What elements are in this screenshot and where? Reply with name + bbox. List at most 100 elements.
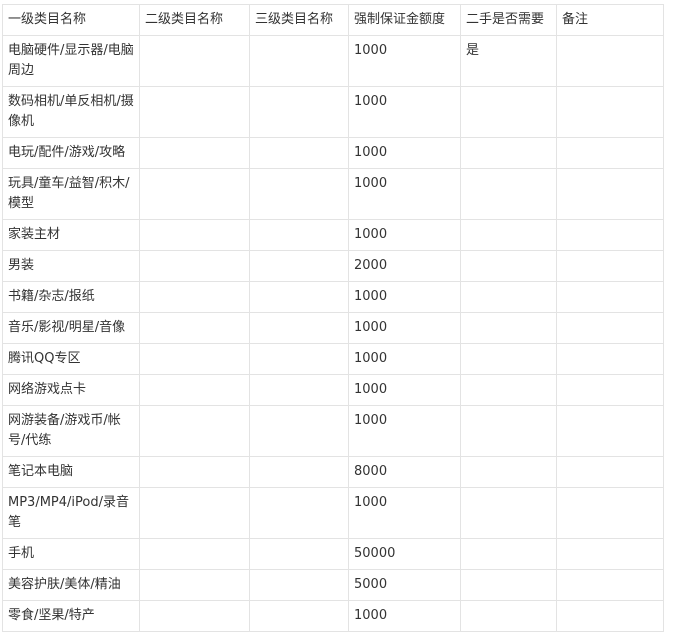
cell-deposit-amount: 1000 <box>348 35 461 87</box>
table-row: 美容护肤/美体/精油 5000 <box>2 569 664 601</box>
cell-level2-category <box>139 600 250 632</box>
cell-level3-category <box>249 86 349 138</box>
cell-second-hand-required <box>460 137 557 169</box>
deposit-table-container: 一级类目名称 二级类目名称 三级类目名称 强制保证金额度 二手是否需要 备注 电… <box>2 4 664 632</box>
table-row: 家装主材 1000 <box>2 219 664 251</box>
cell-remarks <box>556 35 664 87</box>
cell-level2-category <box>139 312 250 344</box>
cell-second-hand-required <box>460 343 557 375</box>
cell-second-hand-required <box>460 487 557 539</box>
table-row: MP3/MP4/iPod/录音笔 1000 <box>2 487 664 539</box>
cell-level3-category <box>249 569 349 601</box>
cell-level3-category <box>249 168 349 220</box>
cell-level2-category <box>139 538 250 570</box>
header-remarks: 备注 <box>556 4 664 36</box>
cell-remarks <box>556 137 664 169</box>
cell-level2-category <box>139 569 250 601</box>
cell-remarks <box>556 487 664 539</box>
cell-level2-category <box>139 374 250 406</box>
cell-level2-category <box>139 250 250 282</box>
cell-level3-category <box>249 456 349 488</box>
cell-level1-category: 家装主材 <box>2 219 140 251</box>
cell-remarks <box>556 343 664 375</box>
cell-level2-category <box>139 456 250 488</box>
cell-second-hand-required <box>460 86 557 138</box>
table-row: 男装 2000 <box>2 250 664 282</box>
cell-deposit-amount: 8000 <box>348 456 461 488</box>
cell-level3-category <box>249 312 349 344</box>
cell-remarks <box>556 374 664 406</box>
cell-remarks <box>556 538 664 570</box>
cell-level2-category <box>139 343 250 375</box>
cell-remarks <box>556 86 664 138</box>
table-header-row: 一级类目名称 二级类目名称 三级类目名称 强制保证金额度 二手是否需要 备注 <box>2 4 664 36</box>
cell-remarks <box>556 281 664 313</box>
cell-remarks <box>556 312 664 344</box>
cell-level3-category <box>249 405 349 457</box>
cell-level1-category: 腾讯QQ专区 <box>2 343 140 375</box>
cell-level2-category <box>139 86 250 138</box>
cell-deposit-amount: 5000 <box>348 569 461 601</box>
table-row: 书籍/杂志/报纸 1000 <box>2 281 664 313</box>
cell-level1-category: 电脑硬件/显示器/电脑周边 <box>2 35 140 87</box>
cell-level3-category <box>249 343 349 375</box>
cell-second-hand-required <box>460 281 557 313</box>
table-row: 数码相机/单反相机/摄像机 1000 <box>2 86 664 138</box>
cell-level3-category <box>249 281 349 313</box>
cell-level2-category <box>139 487 250 539</box>
cell-second-hand-required <box>460 600 557 632</box>
cell-level1-category: 电玩/配件/游戏/攻略 <box>2 137 140 169</box>
cell-deposit-amount: 1000 <box>348 312 461 344</box>
cell-level1-category: 美容护肤/美体/精油 <box>2 569 140 601</box>
cell-second-hand-required <box>460 538 557 570</box>
cell-deposit-amount: 1000 <box>348 374 461 406</box>
cell-deposit-amount: 1000 <box>348 343 461 375</box>
cell-remarks <box>556 168 664 220</box>
cell-level1-category: 笔记本电脑 <box>2 456 140 488</box>
cell-second-hand-required: 是 <box>460 35 557 87</box>
table-row: 网游装备/游戏币/帐号/代练 1000 <box>2 405 664 457</box>
cell-second-hand-required <box>460 219 557 251</box>
header-deposit-amount: 强制保证金额度 <box>348 4 461 36</box>
header-level2-category: 二级类目名称 <box>139 4 250 36</box>
cell-deposit-amount: 1000 <box>348 600 461 632</box>
cell-second-hand-required <box>460 168 557 220</box>
cell-remarks <box>556 219 664 251</box>
cell-deposit-amount: 1000 <box>348 405 461 457</box>
cell-level1-category: 男装 <box>2 250 140 282</box>
cell-deposit-amount: 50000 <box>348 538 461 570</box>
cell-level1-category: 零食/坚果/特产 <box>2 600 140 632</box>
table-row: 笔记本电脑 8000 <box>2 456 664 488</box>
cell-level3-category <box>249 374 349 406</box>
cell-deposit-amount: 1000 <box>348 487 461 539</box>
cell-level2-category <box>139 137 250 169</box>
cell-second-hand-required <box>460 250 557 282</box>
cell-second-hand-required <box>460 405 557 457</box>
cell-second-hand-required <box>460 569 557 601</box>
cell-deposit-amount: 1000 <box>348 168 461 220</box>
cell-second-hand-required <box>460 312 557 344</box>
cell-level1-category: 网络游戏点卡 <box>2 374 140 406</box>
table-row: 音乐/影视/明星/音像 1000 <box>2 312 664 344</box>
cell-level2-category <box>139 168 250 220</box>
table-row: 零食/坚果/特产 1000 <box>2 600 664 632</box>
cell-second-hand-required <box>460 456 557 488</box>
deposit-table: 一级类目名称 二级类目名称 三级类目名称 强制保证金额度 二手是否需要 备注 电… <box>2 4 664 632</box>
table-row: 手机 50000 <box>2 538 664 570</box>
cell-level1-category: 手机 <box>2 538 140 570</box>
table-row: 玩具/童车/益智/积木/模型 1000 <box>2 168 664 220</box>
cell-deposit-amount: 1000 <box>348 219 461 251</box>
table-row: 网络游戏点卡 1000 <box>2 374 664 406</box>
cell-level2-category <box>139 35 250 87</box>
cell-deposit-amount: 1000 <box>348 281 461 313</box>
cell-level1-category: MP3/MP4/iPod/录音笔 <box>2 487 140 539</box>
cell-remarks <box>556 250 664 282</box>
cell-level2-category <box>139 405 250 457</box>
cell-level2-category <box>139 219 250 251</box>
cell-deposit-amount: 2000 <box>348 250 461 282</box>
cell-level1-category: 音乐/影视/明星/音像 <box>2 312 140 344</box>
cell-remarks <box>556 600 664 632</box>
cell-level1-category: 数码相机/单反相机/摄像机 <box>2 86 140 138</box>
cell-level1-category: 网游装备/游戏币/帐号/代练 <box>2 405 140 457</box>
cell-level2-category <box>139 281 250 313</box>
